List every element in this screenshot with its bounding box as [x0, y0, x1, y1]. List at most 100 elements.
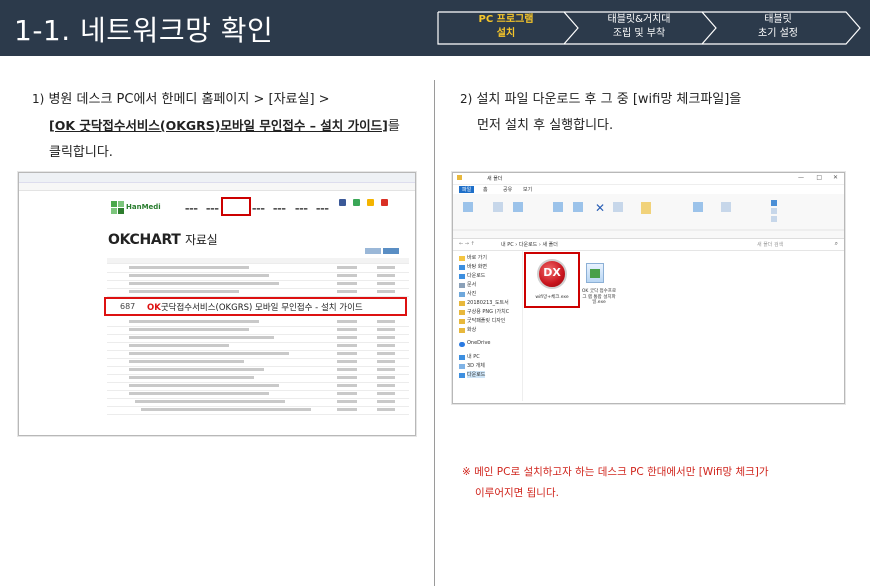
nav-item: ▬▬▬	[206, 207, 219, 212]
archive-menu-highlight[interactable]	[221, 197, 251, 216]
table-row[interactable]	[107, 265, 409, 273]
tab-view[interactable]: 보기	[523, 186, 532, 193]
right-step-number: 2)	[460, 92, 473, 106]
table-row[interactable]	[107, 391, 409, 399]
table-row[interactable]	[107, 367, 409, 375]
folder-icon	[459, 328, 465, 333]
left-step-number: 1)	[32, 92, 45, 106]
table-row[interactable]	[107, 335, 409, 343]
tab-file[interactable]: 파일	[459, 186, 475, 193]
table-row[interactable]	[107, 343, 409, 351]
chat-icon	[367, 199, 374, 206]
okchart-archive-title: OKCHART 자료실	[108, 231, 218, 248]
left-line1: 1) 병원 데스크 PC에서 한메디 홈페이지 > [자료실] >	[32, 86, 400, 113]
nav-item: ▬▬▬	[295, 207, 308, 212]
page-header: 1-1. 네트워크망 확인 PC 프로그램 설치 태블릿&거치대 조립 및 부착…	[0, 0, 870, 56]
right-line1: 2) 설치 파일 다운로드 후 그 중 [wifi망 체크파일]을	[460, 86, 741, 113]
sidebar-item[interactable]: 구상용 PNG (가치C	[467, 308, 509, 315]
nav-item: ▬▬▬	[252, 207, 265, 212]
table-row[interactable]	[107, 281, 409, 289]
sidebar-item[interactable]: 화상	[467, 326, 476, 333]
star-icon	[459, 256, 465, 261]
search-icon: ⌕	[834, 240, 838, 247]
3d-object-icon	[459, 364, 465, 369]
table-row[interactable]	[107, 375, 409, 383]
folder-icon	[457, 175, 462, 180]
step-pc-install-line2: 설치	[496, 28, 516, 39]
table-row[interactable]	[107, 399, 409, 407]
page-title: 1-1. 네트워크망 확인	[14, 14, 274, 47]
highlight-row-number: 687	[120, 302, 136, 311]
explorer-screenshot: 새 폴더 — □ ✕ 파일 홈 공유 보기 ✕ ← → ↑ 내 PC › 다운로…	[452, 172, 845, 404]
explorer-sidebar: 바로 가기 바탕 화면 다운로드 문서 사진 20180213_도트서 구상용 …	[453, 251, 523, 401]
nav-arrows-icon[interactable]: ← → ↑	[459, 241, 475, 247]
sidebar-item[interactable]: 3D 개체	[467, 362, 485, 369]
table-row[interactable]	[107, 273, 409, 281]
sidebar-item[interactable]: OneDrive	[467, 340, 491, 346]
search-input[interactable]: 새 폴더 검색	[757, 241, 783, 248]
table-row[interactable]	[107, 289, 409, 297]
step-tablet-setup-line2: 초기 설정	[758, 28, 798, 39]
explorer-ribbon: ✕	[453, 194, 844, 239]
browser-addressbar	[19, 183, 415, 191]
column-divider	[434, 80, 435, 586]
left-line1-text: 병원 데스크 PC에서 한메디 홈페이지 > [자료실] >	[48, 92, 330, 107]
step-tablet-assembly-line1: 태블릿&거치대	[607, 14, 671, 25]
maximize-icon[interactable]: □	[816, 174, 822, 181]
tab-share[interactable]: 공유	[503, 186, 512, 193]
share-icon	[353, 199, 360, 206]
sidebar-item[interactable]: 바로 가기	[467, 254, 487, 261]
installer-icon[interactable]	[586, 263, 604, 283]
pc-icon	[459, 355, 465, 360]
explorer-titlebar: 새 폴더 — □ ✕	[453, 173, 844, 185]
close-icon[interactable]: ✕	[833, 174, 838, 181]
table-row[interactable]	[107, 351, 409, 359]
youtube-icon	[381, 199, 388, 206]
step-pc-install-line1: PC 프로그램	[478, 14, 534, 25]
installer-filename: OK 굿닥 접수프로그 램 통합 설치파 일.exe	[581, 289, 617, 305]
dx-icon-label: DX	[543, 266, 561, 279]
setup-guide-row-highlight[interactable]: 687 OK굿닥접수서비스(OKGRS) 모바일 무인접수 - 설치 가이드	[104, 297, 407, 316]
step-pc-install[interactable]: PC 프로그램 설치	[446, 13, 566, 41]
sidebar-item[interactable]: 문서	[467, 281, 476, 288]
sidebar-item[interactable]: 사진	[467, 290, 476, 297]
explorer-ribbon-tabs: 파일 홈 공유 보기	[453, 185, 844, 194]
wifi-check-filename: wifi망+체크.exe	[535, 295, 569, 300]
table-header	[107, 258, 409, 264]
document-icon	[459, 283, 465, 288]
table-row[interactable]	[107, 319, 409, 327]
sidebar-item[interactable]: 다운로드	[467, 272, 485, 279]
sidebar-item[interactable]: 20180213_도트서	[467, 299, 509, 306]
homepage-screenshot: HanMedi ▬▬▬ ▬▬▬ ▬▬▬ ▬▬▬ ▬▬▬ ▬▬▬ OKCHART …	[18, 172, 416, 436]
sidebar-item[interactable]: 굿닥패플릿 디자인	[467, 317, 505, 324]
search-button[interactable]	[365, 248, 381, 254]
picture-icon	[459, 292, 465, 297]
sidebar-item[interactable]: 바탕 화면	[467, 263, 487, 270]
sidebar-item[interactable]: 내 PC	[467, 353, 480, 360]
address-path[interactable]: 내 PC › 다운로드 › 새 폴더	[501, 241, 558, 248]
write-button[interactable]	[383, 248, 399, 254]
onedrive-icon	[459, 342, 465, 347]
table-row[interactable]	[107, 359, 409, 367]
sidebar-item[interactable]: 다운로드	[467, 371, 486, 378]
okchart-title-bold: OKCHART	[108, 232, 181, 248]
note-line1: ※ 메인 PC로 설치하고자 하는 데스크 PC 한대에서만 [Wifi망 체크…	[462, 466, 769, 478]
nav-item: ▬▬▬	[185, 207, 198, 212]
highlight-row-title: OK굿닥접수서비스(OKGRS) 모바일 무인접수 - 설치 가이드	[147, 301, 363, 313]
step-tablet-assembly[interactable]: 태블릿&거치대 조립 및 부착	[579, 13, 699, 41]
table-row[interactable]	[107, 327, 409, 335]
minimize-icon[interactable]: —	[798, 174, 804, 181]
folder-icon	[459, 319, 465, 324]
note-text: ※ 메인 PC로 설치하고자 하는 데스크 PC 한대에서만 [Wifi망 체크…	[462, 462, 769, 504]
left-link-suffix: 를	[387, 119, 400, 134]
table-row[interactable]	[107, 407, 409, 415]
left-line2: [OK 굿닥접수서비스(OKGRS)모바일 무인접수 – 설치 가이드]를	[32, 113, 400, 140]
download-icon	[459, 274, 465, 279]
step-tablet-setup-line1: 태블릿	[764, 14, 792, 25]
step-tablet-setup[interactable]: 태블릿 초기 설정	[718, 13, 838, 41]
ribbon-commands: ✕	[453, 200, 844, 231]
setup-guide-link[interactable]: [OK 굿닥접수서비스(OKGRS)모바일 무인접수 – 설치 가이드]	[49, 118, 388, 133]
left-line3: 클릭합니다.	[49, 145, 113, 160]
tab-home[interactable]: 홈	[483, 186, 488, 193]
table-row[interactable]	[107, 383, 409, 391]
